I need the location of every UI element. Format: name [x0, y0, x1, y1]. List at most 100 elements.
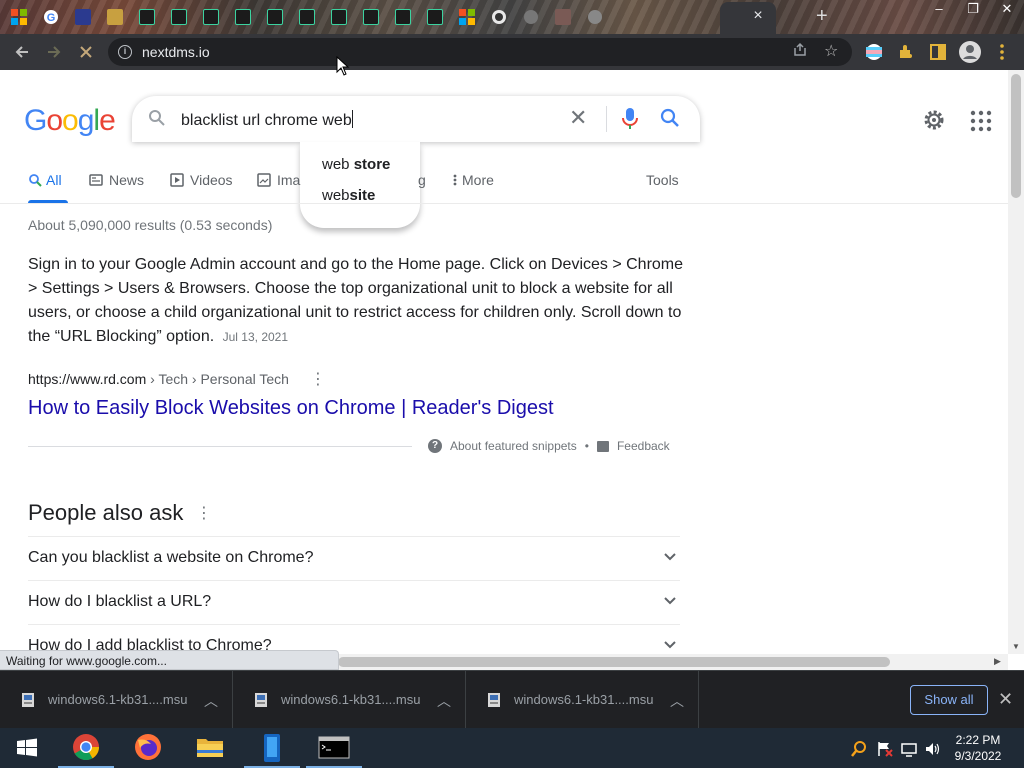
- taskbar-firefox[interactable]: [118, 728, 178, 768]
- search-input[interactable]: blacklist url chrome web: [181, 110, 353, 130]
- result-options-icon[interactable]: ⋮: [310, 369, 326, 389]
- bolt-tab-icon[interactable]: [424, 6, 446, 28]
- bolt-tab-icon[interactable]: [360, 6, 382, 28]
- chevron-up-icon[interactable]: ︿: [204, 691, 218, 711]
- image-icon: [257, 173, 271, 187]
- volume-icon[interactable]: [924, 740, 942, 758]
- bolt-tab-icon[interactable]: [264, 6, 286, 28]
- taskbar-file-explorer[interactable]: [180, 728, 240, 768]
- divider: [606, 106, 607, 132]
- profile-flag-icon[interactable]: [864, 42, 884, 62]
- taskbar-chrome[interactable]: [56, 728, 116, 768]
- scroll-right-arrow[interactable]: ▶: [994, 656, 1001, 667]
- vertical-scrollbar[interactable]: ▼: [1008, 70, 1024, 654]
- site-tab-icon[interactable]: [584, 6, 606, 28]
- chevron-down-icon: [664, 597, 676, 605]
- chevron-up-icon[interactable]: ︿: [437, 691, 451, 711]
- tab-more[interactable]: More: [452, 172, 494, 188]
- bookmark-star-icon[interactable]: ☆: [824, 41, 838, 61]
- clear-search-icon[interactable]: ✕: [569, 106, 587, 130]
- bolt-tab-icon[interactable]: [200, 6, 222, 28]
- news-icon: [89, 174, 103, 186]
- ms-tab-icon[interactable]: [456, 6, 478, 28]
- voice-search-icon[interactable]: [620, 107, 640, 131]
- help-icon: ?: [428, 439, 442, 453]
- snippet-date: Jul 13, 2021: [222, 330, 289, 344]
- tab-images[interactable]: Ima: [257, 172, 300, 188]
- start-button[interactable]: [0, 728, 54, 768]
- text-caret: [351, 110, 353, 128]
- taskbar-clock[interactable]: 2:22 PM 9/3/2022: [942, 732, 1014, 764]
- forward-button[interactable]: [40, 38, 68, 66]
- network-icon[interactable]: [900, 740, 918, 758]
- paa-options-icon[interactable]: ⋮: [196, 503, 212, 523]
- tab-all[interactable]: All: [28, 172, 62, 188]
- chrome-menu-icon[interactable]: [994, 42, 1010, 62]
- share-icon[interactable]: [792, 42, 808, 61]
- snippet-text: Sign in to your Google Admin account and…: [28, 256, 684, 345]
- url-text[interactable]: nextdms.io: [142, 44, 210, 60]
- settings-gear-icon[interactable]: [922, 108, 946, 132]
- bolt-tab-icon[interactable]: [296, 6, 318, 28]
- paa-question[interactable]: Can you blacklist a website on Chrome?: [28, 536, 680, 580]
- taskbar-app[interactable]: [242, 728, 302, 768]
- ng-tab-icon[interactable]: [104, 6, 126, 28]
- tab-news[interactable]: News: [89, 172, 144, 188]
- profile-avatar-icon[interactable]: [958, 40, 982, 64]
- bolt-tab-icon[interactable]: [136, 6, 158, 28]
- search-box[interactable]: blacklist url chrome web ✕: [132, 96, 700, 142]
- download-item[interactable]: windows6.1-kb31....msu ︿: [466, 671, 699, 729]
- extensions-puzzle-icon[interactable]: [896, 42, 916, 62]
- paa-question[interactable]: How do I blacklist a URL?: [28, 580, 680, 624]
- google-logo[interactable]: Google: [24, 104, 116, 138]
- site-tab-icon[interactable]: [552, 6, 574, 28]
- chevron-up-icon[interactable]: ︿: [670, 691, 684, 711]
- folder-icon: [197, 739, 223, 757]
- status-bubble: Waiting for www.google.com...: [0, 650, 339, 670]
- site-tab-icon[interactable]: [72, 6, 94, 28]
- google-tab-icon[interactable]: G: [40, 6, 62, 28]
- chevron-down-icon: [664, 641, 676, 649]
- search-tray-icon[interactable]: [850, 740, 868, 758]
- feedback-link[interactable]: Feedback: [617, 439, 670, 453]
- tools-button[interactable]: Tools: [646, 172, 679, 188]
- stop-loading-button[interactable]: [72, 38, 100, 66]
- tab-shopping-partial[interactable]: g: [418, 172, 426, 188]
- action-center-flag-icon[interactable]: [876, 740, 894, 758]
- minimize-icon[interactable]: –: [922, 0, 956, 20]
- scrollbar-thumb[interactable]: [338, 657, 890, 667]
- restore-icon[interactable]: ❐: [956, 0, 990, 20]
- windows-logo-icon: [17, 738, 37, 757]
- site-info-icon[interactable]: i: [118, 45, 132, 59]
- tab-videos[interactable]: Videos: [170, 172, 233, 188]
- bolt-tab-icon[interactable]: [232, 6, 254, 28]
- bolt-tab-icon[interactable]: [168, 6, 190, 28]
- download-item[interactable]: windows6.1-kb31....msu ︿: [233, 671, 466, 729]
- close-shelf-icon[interactable]: ✕: [998, 689, 1013, 710]
- about-snippets-link[interactable]: About featured snippets: [450, 439, 577, 453]
- scroll-down-arrow[interactable]: ▼: [1012, 642, 1020, 651]
- bolt-tab-icon[interactable]: [392, 6, 414, 28]
- close-window-icon[interactable]: ✕: [990, 0, 1024, 20]
- address-bar[interactable]: i nextdms.io ☆: [108, 38, 852, 66]
- tab-close-icon[interactable]: ×: [748, 6, 768, 26]
- ms-office-tab-icon[interactable]: [8, 6, 30, 28]
- window-controls: – ❐ ✕: [922, 0, 1024, 20]
- mouse-cursor-icon: [336, 56, 350, 76]
- google-tab-icon[interactable]: [520, 6, 542, 28]
- google-apps-icon[interactable]: [970, 110, 992, 132]
- side-panel-icon[interactable]: [928, 42, 948, 62]
- clock-time: 2:22 PM: [955, 733, 1001, 747]
- scrollbar-thumb[interactable]: [1011, 74, 1021, 198]
- taskbar-cmd[interactable]: [304, 728, 364, 768]
- result-breadcrumb[interactable]: https://www.rd.com › Tech › Personal Tec…: [28, 371, 289, 387]
- google-search-icon[interactable]: [659, 107, 681, 129]
- github-tab-icon[interactable]: [488, 6, 510, 28]
- download-item[interactable]: windows6.1-kb31....msu ︿: [0, 671, 233, 729]
- result-title-link[interactable]: How to Easily Block Websites on Chrome |…: [28, 397, 554, 420]
- bolt-tab-icon[interactable]: [328, 6, 350, 28]
- show-all-downloads-button[interactable]: Show all: [910, 685, 988, 715]
- screen: G × + – ❐ ✕ i nextdms.io ☆ Google blackl…: [0, 0, 1024, 768]
- back-button[interactable]: [8, 38, 36, 66]
- new-tab-button[interactable]: +: [816, 5, 828, 27]
